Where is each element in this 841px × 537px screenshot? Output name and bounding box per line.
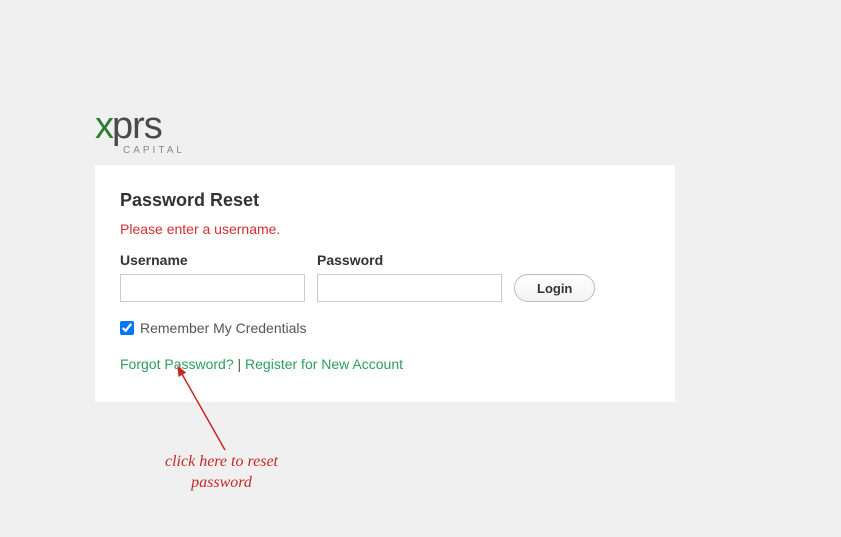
form-row: Username Password Login bbox=[120, 252, 650, 302]
password-label: Password bbox=[317, 252, 502, 268]
username-label: Username bbox=[120, 252, 305, 268]
remember-checkbox[interactable] bbox=[120, 321, 134, 335]
username-group: Username bbox=[120, 252, 305, 302]
panel-title: Password Reset bbox=[120, 190, 650, 211]
logo-subtitle: CAPITAL bbox=[123, 145, 185, 156]
link-separator: | bbox=[234, 356, 245, 372]
username-input[interactable] bbox=[120, 274, 305, 302]
password-group: Password bbox=[317, 252, 502, 302]
annotation-line1: click here to reset bbox=[165, 452, 278, 473]
annotation-text: click here to reset password bbox=[165, 452, 278, 494]
remember-label: Remember My Credentials bbox=[140, 320, 307, 336]
register-link[interactable]: Register for New Account bbox=[245, 356, 403, 372]
password-input[interactable] bbox=[317, 274, 502, 302]
annotation-line2: password bbox=[165, 473, 278, 494]
links-row: Forgot Password? | Register for New Acco… bbox=[120, 356, 650, 372]
logo-prs: prs bbox=[112, 105, 162, 148]
forgot-password-link[interactable]: Forgot Password? bbox=[120, 356, 234, 372]
remember-row: Remember My Credentials bbox=[120, 320, 650, 336]
logo-x: x bbox=[95, 105, 112, 148]
logo: xprs CAPITAL bbox=[95, 105, 185, 156]
error-message: Please enter a username. bbox=[120, 221, 650, 237]
login-button[interactable]: Login bbox=[514, 274, 595, 302]
login-panel: Password Reset Please enter a username. … bbox=[95, 165, 675, 402]
